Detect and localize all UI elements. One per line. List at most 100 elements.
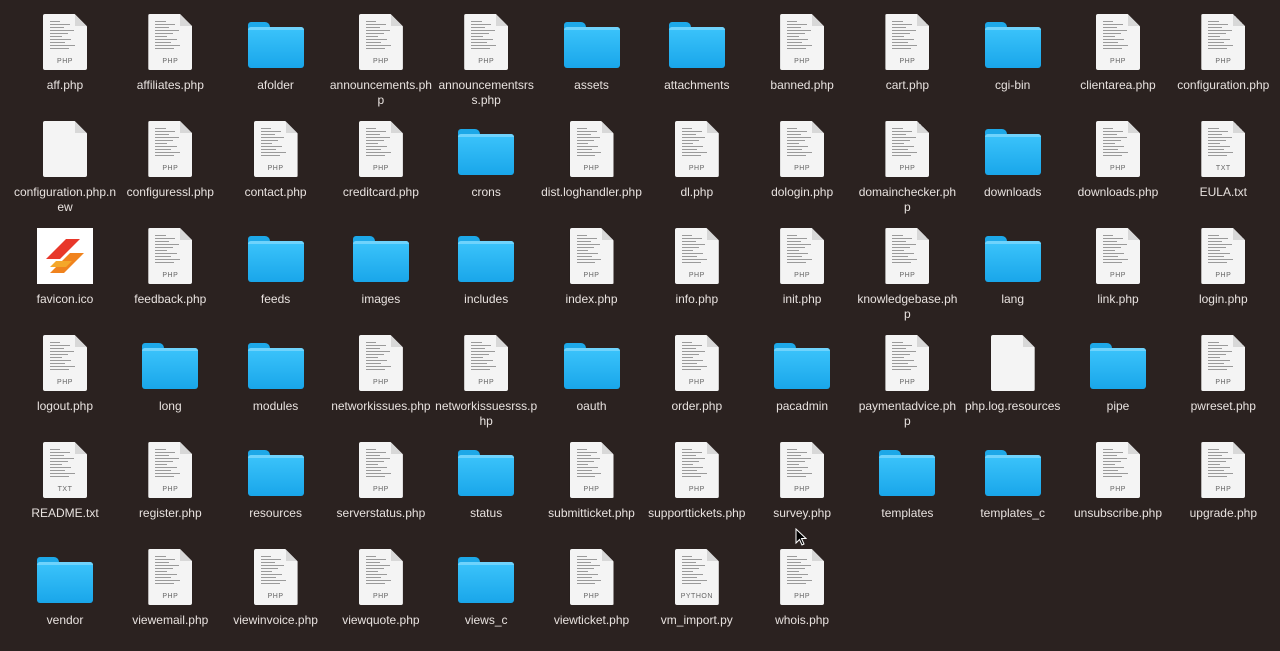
- file-item[interactable]: TXT EULA.txt: [1171, 119, 1275, 223]
- file-item[interactable]: PHP affiliates.php: [118, 12, 222, 116]
- folder-item[interactable]: cgi-bin: [961, 12, 1065, 116]
- folder-item[interactable]: assets: [540, 12, 644, 116]
- folder-item[interactable]: templates: [855, 440, 959, 544]
- folder-icon: [983, 119, 1043, 179]
- file-item[interactable]: PHP knowledgebase.php: [855, 226, 959, 330]
- folder-item[interactable]: modules: [224, 333, 328, 437]
- folder-item[interactable]: oauth: [540, 333, 644, 437]
- file-item[interactable]: configuration.php.new: [13, 119, 117, 223]
- file-type-tag: PHP: [57, 58, 73, 65]
- folder-icon: [562, 12, 622, 72]
- item-label: networkissues.php: [331, 399, 431, 413]
- file-item[interactable]: PHP aff.php: [13, 12, 117, 116]
- folder-icon: [140, 333, 200, 393]
- file-type-tag: PHP: [899, 379, 916, 386]
- file-item[interactable]: PHP upgrade.php: [1171, 440, 1275, 544]
- file-item[interactable]: PHP order.php: [645, 333, 749, 437]
- file-item[interactable]: PHP submitticket.php: [540, 440, 644, 544]
- file-item[interactable]: PHP configuration.php: [1171, 12, 1275, 116]
- file-type-tag: PHP: [372, 379, 389, 386]
- file-item[interactable]: PHP dologin.php: [750, 119, 854, 223]
- file-item[interactable]: PHP configuressl.php: [118, 119, 222, 223]
- item-label: EULA.txt: [1199, 185, 1247, 199]
- folder-item[interactable]: attachments: [645, 12, 749, 116]
- file-item[interactable]: PHP feedback.php: [118, 226, 222, 330]
- document-icon: PHP: [877, 12, 937, 72]
- folder-item[interactable]: includes: [434, 226, 538, 330]
- file-item[interactable]: PHP viewinvoice.php: [224, 547, 328, 651]
- folder-item[interactable]: views_c: [434, 547, 538, 651]
- file-item[interactable]: PHP dist.loghandler.php: [540, 119, 644, 223]
- file-item[interactable]: PHP init.php: [750, 226, 854, 330]
- folder-item[interactable]: templates_c: [961, 440, 1065, 544]
- item-label: vm_import.py: [660, 613, 733, 627]
- file-item[interactable]: PHP networkissuesrss.php: [434, 333, 538, 437]
- file-item[interactable]: PHP announcementsrss.php: [434, 12, 538, 116]
- file-item[interactable]: PHP clientarea.php: [1066, 12, 1170, 116]
- file-item[interactable]: PHP paymentadvice.php: [855, 333, 959, 437]
- folder-item[interactable]: lang: [961, 226, 1065, 330]
- document-icon: PHP: [140, 226, 200, 286]
- folder-item[interactable]: images: [329, 226, 433, 330]
- file-item[interactable]: TXT README.txt: [13, 440, 117, 544]
- file-item[interactable]: favicon.ico: [13, 226, 117, 330]
- file-type-tag: PHP: [688, 379, 705, 386]
- file-item[interactable]: PHP info.php: [645, 226, 749, 330]
- folder-item[interactable]: crons: [434, 119, 538, 223]
- item-label: cart.php: [885, 78, 930, 92]
- folder-item[interactable]: feeds: [224, 226, 328, 330]
- file-item[interactable]: PHP dl.php: [645, 119, 749, 223]
- folder-icon: [35, 547, 95, 607]
- file-item[interactable]: PHP logout.php: [13, 333, 117, 437]
- file-item[interactable]: PHP announcements.php: [329, 12, 433, 116]
- file-type-tag: PHP: [162, 593, 179, 600]
- folder-item[interactable]: pipe: [1066, 333, 1170, 437]
- item-label: banned.php: [770, 78, 834, 92]
- file-item[interactable]: PHP register.php: [118, 440, 222, 544]
- file-item[interactable]: PHP cart.php: [855, 12, 959, 116]
- item-label: afolder: [257, 78, 294, 92]
- favicon-image-icon: [35, 226, 95, 286]
- folder-item[interactable]: pacadmin: [750, 333, 854, 437]
- file-item[interactable]: PHP viewquote.php: [329, 547, 433, 651]
- document-icon: PHP: [667, 226, 727, 286]
- document-icon: PHP: [1088, 119, 1148, 179]
- file-item[interactable]: PHP banned.php: [750, 12, 854, 116]
- folder-item[interactable]: vendor: [13, 547, 117, 651]
- file-item[interactable]: PHP index.php: [540, 226, 644, 330]
- file-item[interactable]: PHP downloads.php: [1066, 119, 1170, 223]
- folder-icon: [983, 226, 1043, 286]
- folder-item[interactable]: downloads: [961, 119, 1065, 223]
- file-item[interactable]: php.log.resources: [961, 333, 1065, 437]
- file-item[interactable]: PHP contact.php: [224, 119, 328, 223]
- file-item[interactable]: PHP networkissues.php: [329, 333, 433, 437]
- item-label: viewinvoice.php: [233, 613, 318, 627]
- item-label: supporttickets.php: [648, 506, 746, 520]
- file-item[interactable]: PHP serverstatus.php: [329, 440, 433, 544]
- file-type-tag: PHP: [1110, 58, 1126, 65]
- file-item[interactable]: PHP supporttickets.php: [645, 440, 749, 544]
- file-item[interactable]: PHP viewticket.php: [540, 547, 644, 651]
- item-label: link.php: [1097, 292, 1139, 306]
- item-label: configuressl.php: [126, 185, 214, 199]
- file-item[interactable]: PHP unsubscribe.php: [1066, 440, 1170, 544]
- file-item[interactable]: PHP creditcard.php: [329, 119, 433, 223]
- item-label: assets: [574, 78, 609, 92]
- folder-item[interactable]: status: [434, 440, 538, 544]
- folder-item[interactable]: resources: [224, 440, 328, 544]
- file-item[interactable]: PHP viewemail.php: [118, 547, 222, 651]
- item-label: submitticket.php: [548, 506, 635, 520]
- file-item[interactable]: PHP login.php: [1171, 226, 1275, 330]
- item-label: php.log.resources: [964, 399, 1061, 413]
- file-item[interactable]: PHP pwreset.php: [1171, 333, 1275, 437]
- item-label: unsubscribe.php: [1073, 506, 1163, 520]
- file-item[interactable]: PHP link.php: [1066, 226, 1170, 330]
- item-label: downloads: [984, 185, 1042, 199]
- file-item[interactable]: PYTHON vm_import.py: [645, 547, 749, 651]
- folder-item[interactable]: long: [118, 333, 222, 437]
- file-item[interactable]: PHP whois.php: [750, 547, 854, 651]
- document-icon: PHP: [140, 440, 200, 500]
- file-item[interactable]: PHP domainchecker.php: [855, 119, 959, 223]
- item-label: configuration.php.new: [13, 185, 117, 214]
- folder-item[interactable]: afolder: [224, 12, 328, 116]
